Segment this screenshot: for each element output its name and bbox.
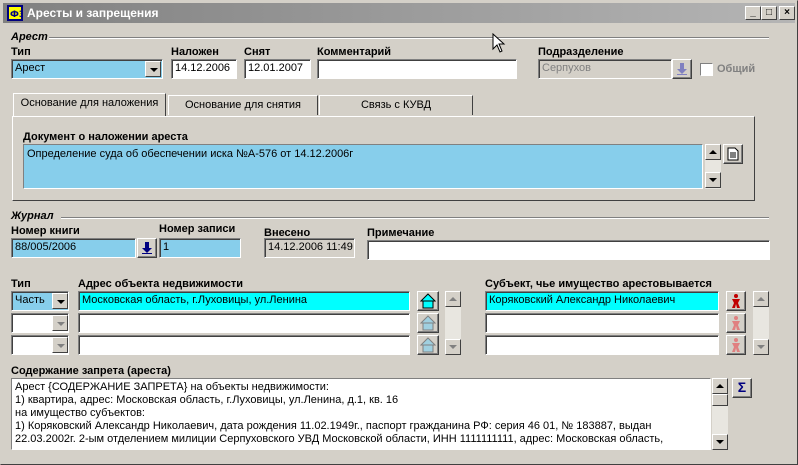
content-line: Арест {СОДЕРЖАНИЕ ЗАПРЕТА} на объекты не… bbox=[15, 381, 329, 393]
document-text: Определение суда об обеспечении иска №А-… bbox=[27, 148, 354, 160]
book-number-select-button[interactable] bbox=[137, 238, 157, 258]
arrow-down-icon bbox=[677, 63, 687, 75]
object-type-dropdown-button[interactable] bbox=[52, 293, 68, 309]
removed-label: Снят bbox=[244, 46, 271, 58]
object-type-dropdown-button-3[interactable] bbox=[52, 337, 68, 353]
subjects-scroll-down-button[interactable] bbox=[753, 339, 769, 355]
tab-basis-removal[interactable]: Основание для снятия bbox=[168, 95, 318, 115]
tab-panel: Документ о наложении ареста Определение … bbox=[12, 116, 755, 201]
subject-input-3[interactable] bbox=[485, 335, 719, 355]
content-memo[interactable]: Арест {СОДЕРЖАНИЕ ЗАПРЕТА} на объекты не… bbox=[11, 378, 711, 450]
document-icon bbox=[727, 147, 739, 161]
scroll-up-button[interactable] bbox=[705, 144, 721, 160]
book-number-input[interactable]: 88/005/2006 bbox=[11, 238, 136, 258]
objects-scrollbar[interactable] bbox=[445, 291, 461, 355]
subject-select-button-2[interactable] bbox=[726, 313, 746, 333]
subjects-scrollbar[interactable] bbox=[753, 291, 769, 355]
house-icon bbox=[419, 293, 437, 309]
object-type-label: Тип bbox=[11, 278, 31, 290]
arrest-group-divider bbox=[49, 37, 769, 39]
division-label: Подразделение bbox=[538, 46, 624, 58]
note-input[interactable] bbox=[367, 240, 770, 260]
content-line: 1) Коряковский Александр Николаевич, дат… bbox=[15, 420, 652, 432]
record-number-input[interactable]: 1 bbox=[159, 238, 241, 258]
objects-scroll-down-button[interactable] bbox=[445, 339, 461, 355]
subjects-scroll-up-button[interactable] bbox=[753, 291, 769, 307]
comment-input[interactable] bbox=[317, 59, 517, 79]
imposed-label: Наложен bbox=[171, 46, 219, 58]
subject-select-button[interactable] bbox=[726, 291, 746, 311]
window-title: Аресты и запрещения bbox=[27, 6, 159, 20]
document-textarea[interactable]: Определение суда об обеспечении иска №А-… bbox=[23, 144, 703, 189]
sigma-icon: Σ bbox=[737, 379, 747, 395]
app-icon: ФЗ bbox=[7, 5, 23, 21]
division-select-button[interactable] bbox=[672, 59, 692, 79]
subject-select-button-3[interactable] bbox=[726, 335, 746, 355]
maximize-button[interactable]: □ bbox=[761, 6, 777, 20]
subject-input-2[interactable] bbox=[485, 313, 719, 333]
imposed-date-input[interactable]: 14.12.2006 bbox=[171, 59, 237, 79]
document-open-button[interactable] bbox=[723, 144, 743, 164]
object-address-input[interactable]: Московская область, г.Луховицы, ул.Ленин… bbox=[78, 291, 410, 311]
document-label: Документ о наложении ареста bbox=[23, 131, 188, 143]
objects-scroll-up-button[interactable] bbox=[445, 291, 461, 307]
sigma-button[interactable]: Σ bbox=[732, 378, 752, 398]
type-select-dropdown-button[interactable] bbox=[145, 61, 161, 77]
content-scroll-up-button[interactable] bbox=[712, 378, 728, 394]
svg-text:ФЗ: ФЗ bbox=[10, 10, 23, 20]
common-label: Общий bbox=[717, 63, 756, 75]
content-scroll-thumb[interactable] bbox=[712, 394, 728, 406]
content-label: Содержание запрета (ареста) bbox=[11, 365, 171, 377]
document-scrollbar[interactable] bbox=[705, 144, 721, 189]
close-button[interactable]: × bbox=[779, 6, 795, 20]
record-number-label: Номер записи bbox=[159, 223, 236, 235]
object-address-input-3[interactable] bbox=[78, 335, 410, 355]
object-house-button-2[interactable] bbox=[417, 313, 439, 333]
division-input: Серпухов bbox=[538, 59, 672, 79]
type-select-value: Арест bbox=[15, 62, 46, 74]
entered-input: 14.12.2006 11:49 bbox=[264, 238, 355, 258]
person-icon bbox=[732, 294, 740, 308]
house-icon bbox=[419, 315, 437, 331]
object-address-label: Адрес объекта недвижимости bbox=[78, 278, 244, 290]
main-window: ФЗ Аресты и запрещения _ □ × Арест Тип А… bbox=[0, 0, 798, 465]
title-bar[interactable]: ФЗ Аресты и запрещения _ □ × bbox=[3, 3, 795, 23]
type-select[interactable]: Арест bbox=[11, 59, 163, 79]
scroll-down-button[interactable] bbox=[705, 172, 721, 188]
arrow-down-icon bbox=[142, 242, 152, 254]
comment-label: Комментарий bbox=[317, 46, 392, 58]
minimize-button[interactable]: _ bbox=[745, 6, 761, 20]
content-scrollbar[interactable] bbox=[712, 378, 728, 450]
journal-group-divider bbox=[61, 217, 769, 219]
content-scroll-down-button[interactable] bbox=[712, 434, 728, 450]
mouse-cursor-icon bbox=[492, 33, 506, 53]
common-checkbox[interactable] bbox=[700, 63, 713, 76]
tab-basis-imposition-label: Основание для наложения bbox=[20, 97, 159, 109]
removed-date-input[interactable]: 12.01.2007 bbox=[244, 59, 311, 79]
object-type-dropdown-button-2[interactable] bbox=[52, 315, 68, 331]
house-icon bbox=[419, 337, 437, 353]
object-house-button[interactable] bbox=[417, 291, 439, 311]
tab-basis-imposition[interactable]: Основание для наложения bbox=[13, 93, 166, 117]
note-label: Примечание bbox=[367, 227, 435, 239]
object-address-input-2[interactable] bbox=[78, 313, 410, 333]
person-icon bbox=[732, 316, 740, 330]
book-number-label: Номер книги bbox=[11, 225, 80, 237]
object-type-value: Часть bbox=[15, 294, 45, 306]
tab-kuvd-link-label: Связь с КУВД bbox=[360, 99, 432, 111]
journal-group-title: Журнал bbox=[11, 210, 54, 222]
content-line: 1) квартира, адрес: Московская область, … bbox=[15, 394, 399, 406]
subject-label: Субъект, чье имущество арестовывается bbox=[485, 278, 712, 290]
type-label: Тип bbox=[11, 46, 31, 58]
tab-basis-removal-label: Основание для снятия bbox=[185, 99, 301, 111]
subject-input[interactable]: Коряковский Александр Николаевич bbox=[485, 291, 719, 311]
content-line: 22.03.2002г. 2-ым отделением милиции Сер… bbox=[15, 433, 664, 445]
person-icon bbox=[732, 338, 740, 352]
object-house-button-3[interactable] bbox=[417, 335, 439, 355]
content-line: на имущество субъектов: bbox=[15, 407, 145, 419]
arrest-group-title: Арест bbox=[11, 31, 48, 43]
tab-kuvd-link[interactable]: Связь с КУВД bbox=[319, 95, 473, 115]
